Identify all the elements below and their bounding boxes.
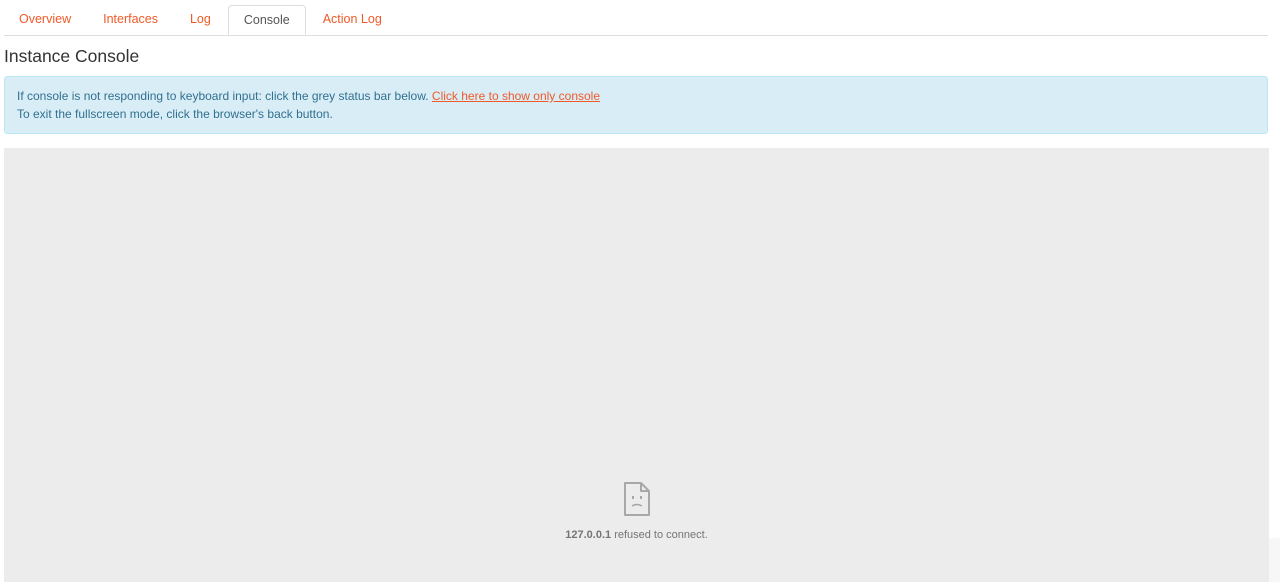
alert-instructions: If console is not responding to keyboard… [17,89,429,103]
error-text: refused to connect. [614,529,708,541]
connection-error: 127.0.0.1 refused to connect. [4,482,1269,541]
tab-console[interactable]: Console [227,5,306,35]
page-edge-strip [1269,538,1280,582]
tab-log[interactable]: Log [175,5,226,34]
page-title: Instance Console [4,46,140,66]
console-iframe[interactable]: 127.0.0.1 refused to connect. [4,148,1269,582]
alert-line-1: If console is not responding to keyboard… [17,88,1255,106]
sad-page-icon [623,482,651,516]
tab-interfaces[interactable]: Interfaces [88,5,173,34]
error-host: 127.0.0.1 [565,529,612,541]
tab-bar: Overview Interfaces Log Console Action L… [4,5,1268,36]
show-only-console-link[interactable]: Click here to show only console [432,89,600,103]
alert-line-2: To exit the fullscreen mode, click the b… [17,106,333,121]
tab-overview[interactable]: Overview [4,5,86,34]
error-message: 127.0.0.1 refused to connect. [4,529,1269,541]
info-alert: If console is not responding to keyboard… [4,76,1268,134]
tab-action-log[interactable]: Action Log [308,5,397,34]
